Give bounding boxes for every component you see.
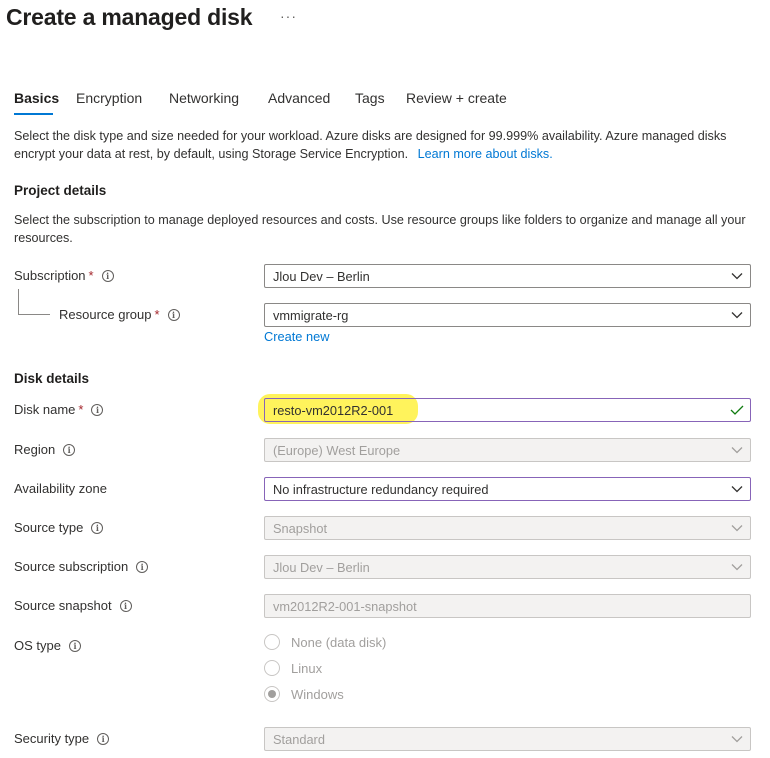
availability-zone-select[interactable]: No infrastructure redundancy required [264, 477, 751, 501]
source-snapshot-input: vm2012R2-001-snapshot [264, 594, 751, 618]
availability-zone-label: Availability zone [14, 481, 107, 496]
source-type-select: Snapshot [264, 516, 751, 540]
tab-tags[interactable]: Tags [355, 90, 385, 106]
info-icon[interactable]: i [91, 403, 104, 416]
disk-name-input[interactable]: resto-vm2012R2-001 [264, 398, 751, 422]
intro-description: Select the disk type and size needed for… [14, 129, 727, 161]
subscription-select[interactable]: Jlou Dev – Berlin [264, 264, 751, 288]
info-icon[interactable]: i [136, 560, 149, 573]
page-title: Create a managed disk [6, 4, 253, 30]
tab-networking[interactable]: Networking [169, 90, 239, 106]
source-subscription-value: Jlou Dev – Berlin [273, 559, 370, 575]
os-option-none-label: None (data disk) [291, 634, 387, 650]
chevron-down-icon [724, 485, 750, 493]
disk-name-label: Disk name * i [14, 402, 104, 417]
info-icon[interactable]: i [91, 521, 104, 534]
disk-details-heading: Disk details [14, 371, 90, 386]
tree-connector [18, 314, 50, 315]
radio-circle [264, 660, 280, 676]
required-marker: * [88, 268, 94, 283]
source-type-value: Snapshot [273, 520, 328, 536]
os-option-windows-label: Windows [291, 686, 344, 702]
availability-zone-label-text: Availability zone [14, 481, 107, 496]
subscription-label-text: Subscription [14, 268, 86, 283]
info-icon[interactable]: i [63, 443, 76, 456]
subscription-label: Subscription * i [14, 268, 114, 283]
chevron-down-icon [724, 524, 750, 532]
required-marker: * [78, 402, 84, 417]
region-label: Region i [14, 442, 76, 457]
info-icon[interactable]: i [97, 732, 110, 745]
info-icon[interactable]: i [68, 639, 81, 652]
active-tab-indicator [14, 113, 53, 115]
checkmark-icon [724, 405, 750, 415]
security-type-label-text: Security type [14, 731, 90, 746]
tab-review-create[interactable]: Review + create [406, 90, 507, 106]
disk-name-label-text: Disk name [14, 402, 76, 417]
info-icon[interactable]: i [101, 269, 114, 282]
tab-basics[interactable]: Basics [14, 90, 59, 106]
tree-connector [18, 289, 19, 314]
os-option-linux-label: Linux [291, 660, 323, 676]
learn-more-link[interactable]: Learn more about disks. [418, 147, 553, 161]
chevron-down-icon [724, 272, 750, 280]
source-snapshot-label: Source snapshot i [14, 598, 132, 613]
radio-dot [268, 690, 276, 698]
source-snapshot-value: vm2012R2-001-snapshot [273, 598, 417, 614]
resource-group-label: Resource group * i [59, 307, 180, 322]
os-type-radio-none: None (data disk) [264, 634, 386, 650]
tab-encryption[interactable]: Encryption [76, 90, 142, 106]
info-icon[interactable]: i [119, 599, 132, 612]
security-type-value: Standard [273, 731, 325, 747]
os-type-label-text: OS type [14, 638, 61, 653]
radio-circle [264, 634, 280, 650]
source-subscription-select: Jlou Dev – Berlin [264, 555, 751, 579]
source-snapshot-label-text: Source snapshot [14, 598, 112, 613]
source-subscription-label: Source subscription i [14, 559, 149, 574]
info-icon[interactable]: i [167, 308, 180, 321]
resource-group-select[interactable]: vmmigrate-rg [264, 303, 751, 327]
project-details-description: Select the subscription to manage deploy… [14, 213, 746, 245]
region-label-text: Region [14, 442, 56, 457]
project-details-heading: Project details [14, 183, 107, 198]
chevron-down-icon [724, 446, 750, 454]
tab-advanced[interactable]: Advanced [268, 90, 330, 106]
resource-group-value: vmmigrate-rg [273, 307, 349, 323]
more-options-button[interactable]: ··· [280, 8, 297, 24]
intro-text: Select the disk type and size needed for… [14, 127, 754, 163]
security-type-label: Security type i [14, 731, 110, 746]
os-type-radio-windows: Windows [264, 686, 344, 702]
source-type-label-text: Source type [14, 520, 84, 535]
region-select: (Europe) West Europe [264, 438, 751, 462]
create-new-link[interactable]: Create new [264, 329, 329, 344]
region-value: (Europe) West Europe [273, 442, 401, 458]
os-type-radio-linux: Linux [264, 660, 322, 676]
chevron-down-icon [724, 735, 750, 743]
source-subscription-label-text: Source subscription [14, 559, 129, 574]
required-marker: * [154, 307, 160, 322]
source-type-label: Source type i [14, 520, 104, 535]
resource-group-label-text: Resource group [59, 307, 152, 322]
subscription-value: Jlou Dev – Berlin [273, 268, 370, 284]
availability-zone-value: No infrastructure redundancy required [273, 481, 489, 497]
radio-circle-selected [264, 686, 280, 702]
chevron-down-icon [724, 311, 750, 319]
os-type-label: OS type i [14, 638, 81, 653]
chevron-down-icon [724, 563, 750, 571]
security-type-select: Standard [264, 727, 751, 751]
disk-name-value: resto-vm2012R2-001 [273, 402, 394, 418]
